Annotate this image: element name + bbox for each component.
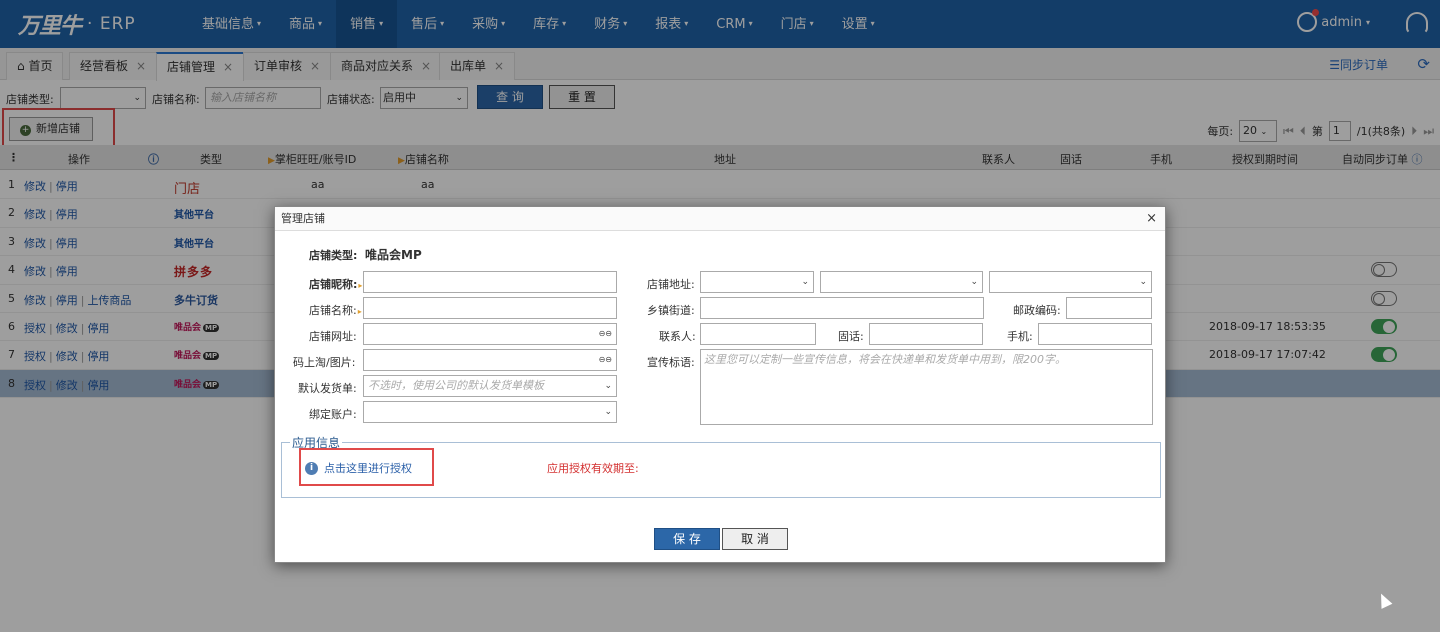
dialog-title-text: 管理店铺 (281, 212, 325, 225)
shop-url-label: 店铺网址: (309, 330, 357, 343)
phone-input[interactable] (869, 323, 983, 345)
default-ship-placeholder: 不选时，使用公司的默认发货单模板 (368, 379, 544, 392)
close-icon[interactable]: × (1146, 211, 1157, 226)
contact-label: 联系人: (659, 330, 696, 343)
mobile-input[interactable] (1038, 323, 1152, 345)
shop-nickname-label: 店铺昵称:▸ (309, 278, 363, 291)
chevron-down-icon: ⌄ (970, 277, 978, 287)
shop-type-label: 店铺类型: (309, 249, 358, 262)
street-label: 乡镇街道: (647, 304, 695, 317)
shop-type-value: 唯品会MP (365, 248, 422, 262)
zip-input[interactable] (1066, 297, 1152, 319)
phone-label: 固话: (838, 330, 864, 343)
chevron-down-icon: ⌄ (801, 277, 809, 287)
shop-address-label: 店铺地址: (647, 278, 695, 291)
zip-label: 邮政编码: (1013, 304, 1061, 317)
cancel-button[interactable]: 取 消 (722, 528, 788, 550)
street-input[interactable] (700, 297, 984, 319)
district-select[interactable]: ⌄ (989, 271, 1152, 293)
shop-name-label: 店铺名称:▸ (309, 304, 362, 317)
highlight-box (299, 448, 434, 486)
qr-image-label: 码上淘/图片: (293, 356, 356, 369)
save-button[interactable]: 保 存 (654, 528, 720, 550)
chevron-down-icon: ⌄ (1139, 277, 1147, 287)
shop-url-input[interactable]: ⊖⊖ (363, 323, 617, 345)
contact-input[interactable] (700, 323, 816, 345)
mobile-label: 手机: (1007, 330, 1033, 343)
link-icon: ⊖⊖ (598, 329, 612, 338)
province-select[interactable]: ⌄ (700, 271, 814, 293)
shop-name-input[interactable] (363, 297, 617, 319)
default-ship-select[interactable]: 不选时，使用公司的默认发货单模板 ⌄ (363, 375, 617, 397)
shop-nickname-label-text: 店铺昵称: (309, 278, 358, 291)
chevron-down-icon: ⌄ (604, 381, 612, 391)
city-select[interactable]: ⌄ (820, 271, 983, 293)
link-icon: ⊖⊖ (598, 355, 612, 364)
chevron-down-icon: ⌄ (604, 407, 612, 417)
qr-image-input[interactable]: ⊖⊖ (363, 349, 617, 371)
dialog-title: 管理店铺 (275, 207, 1165, 231)
bind-account-label: 绑定账户: (309, 408, 357, 421)
manage-shop-dialog: 管理店铺 × 店铺类型: 唯品会MP 店铺昵称:▸ 店铺名称:▸ 店铺网址: ⊖… (274, 206, 1166, 563)
bind-account-select[interactable]: ⌄ (363, 401, 617, 423)
auth-expire-label: 应用授权有效期至: (547, 462, 639, 475)
default-ship-label: 默认发货单: (298, 382, 357, 395)
shop-name-label-text: 店铺名称: (309, 304, 357, 317)
slogan-textarea[interactable]: 这里您可以定制一些宣传信息，将会在快递单和发货单中用到，限200字。 (700, 349, 1153, 425)
slogan-label: 宣传标语: (647, 356, 695, 369)
shop-nickname-input[interactable] (363, 271, 617, 293)
